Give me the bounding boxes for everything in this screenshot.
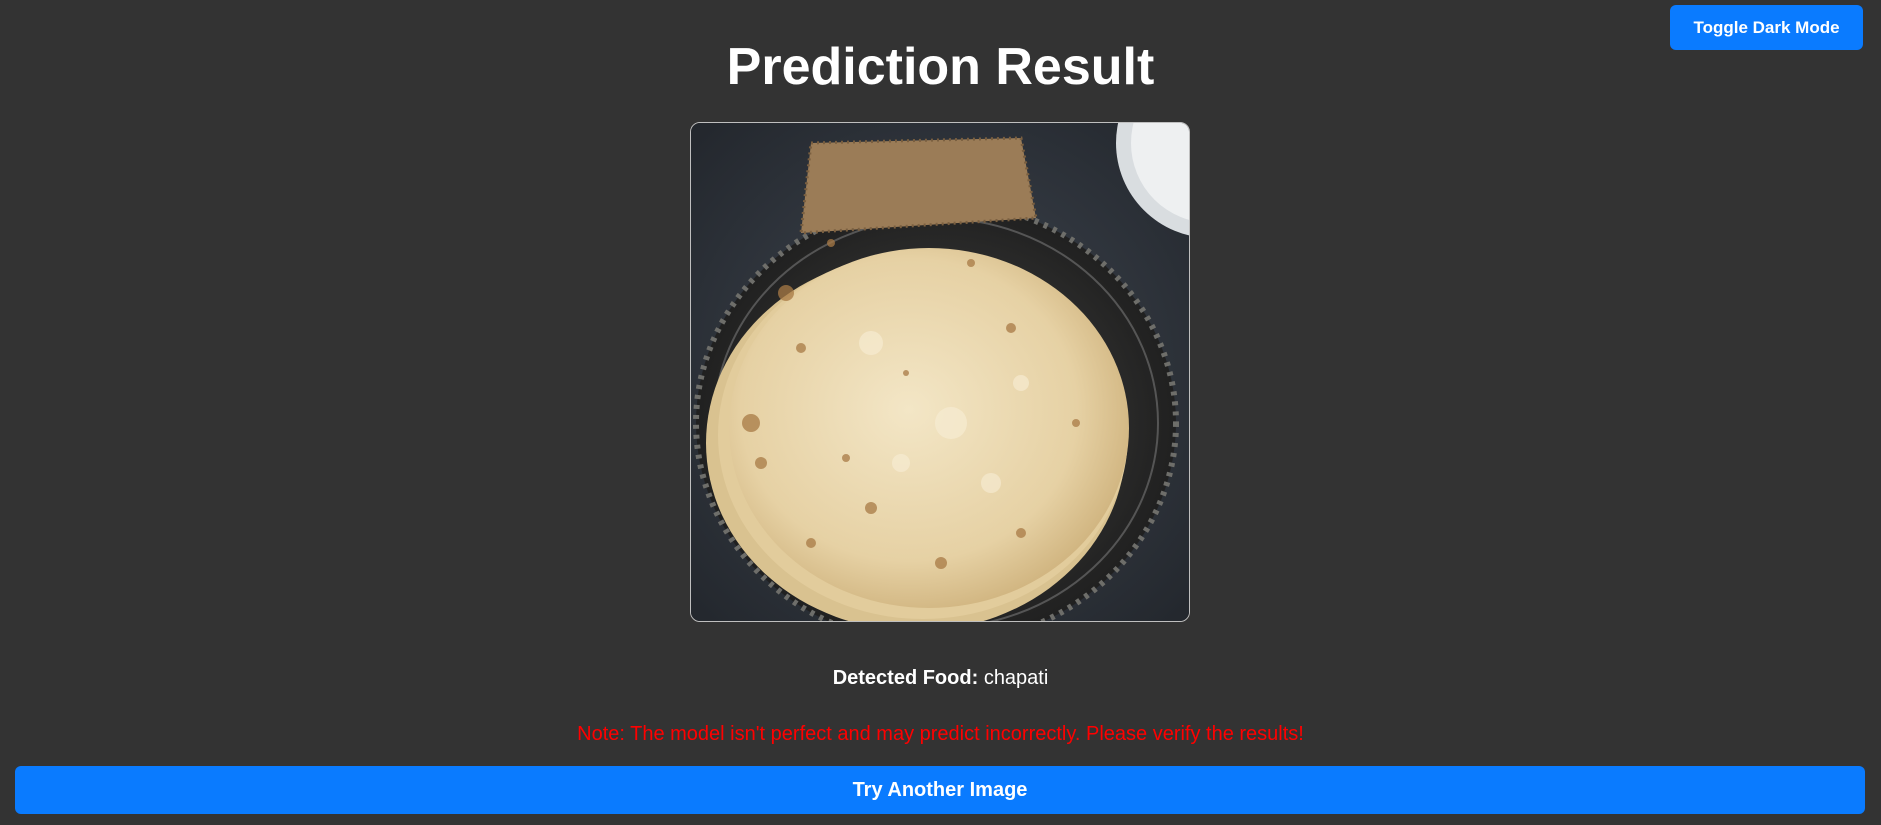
disclaimer-note: Note: The model isn't perfect and may pr…	[577, 723, 1304, 745]
page-title: Prediction Result	[726, 38, 1155, 96]
prediction-page: Toggle Dark Mode Prediction Result Detec…	[0, 0, 1881, 825]
food-image	[690, 122, 1190, 622]
try-another-image-button[interactable]: Try Another Image	[15, 766, 1865, 814]
detected-food-label: Detected Food:	[832, 667, 979, 689]
detected-food: Detected Food: chapati	[0, 664, 1881, 692]
detected-food-value: chapati	[983, 667, 1049, 689]
